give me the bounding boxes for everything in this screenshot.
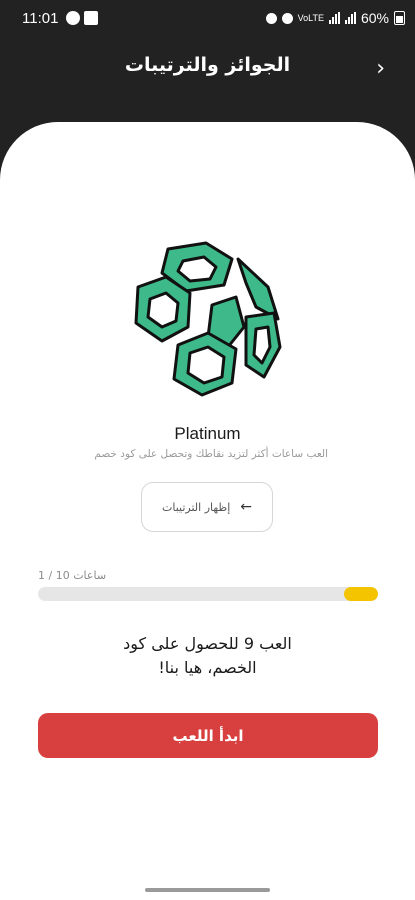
progress-label: 1 / 10 ساعات: [38, 569, 107, 582]
progress-bar: [38, 587, 378, 601]
tier-description: العب ساعات أكثر لتزيد نقاطك وتحصل على كو…: [94, 448, 328, 460]
header: الجوائز والترتيبات ›: [0, 40, 415, 100]
signal-icon: [328, 12, 340, 24]
status-time: 11:01: [22, 10, 59, 27]
arrow-left-icon: ←: [240, 499, 252, 515]
motivation-line-1: العب 9 للحصول على كود: [123, 634, 292, 653]
phone-icon: [66, 11, 80, 25]
progress-fill: [344, 587, 378, 601]
start-playing-button[interactable]: ابدأ اللعب: [38, 713, 378, 758]
platinum-badge-icon: [134, 241, 282, 397]
back-button[interactable]: ›: [376, 56, 385, 81]
signal-icon-2: [344, 12, 356, 24]
network-label: VoLTE: [297, 12, 324, 23]
gallery-icon: [84, 11, 98, 25]
hotspot-icon: [281, 12, 293, 24]
content-sheet: Platinum العب ساعات أكثر لتزيد نقاطك وتح…: [0, 122, 415, 900]
status-bar: 11:01 VoLTE 60%: [0, 0, 415, 40]
battery-icon: [394, 11, 405, 25]
notification-icons: [66, 11, 98, 25]
motivation-text: العب 9 للحصول على كود الخصم، هيا بنا!: [60, 632, 355, 680]
tier-name: Platinum: [174, 424, 241, 443]
home-indicator[interactable]: [145, 888, 270, 892]
page-title: الجوائز والترتيبات: [124, 54, 291, 76]
show-rankings-button[interactable]: إظهار الترتيبات ←: [141, 482, 273, 532]
alarm-icon: [265, 12, 277, 24]
chevron-right-icon: ›: [376, 56, 385, 81]
motivation-line-2: الخصم، هيا بنا!: [158, 658, 257, 677]
show-rankings-label: إظهار الترتيبات: [162, 500, 231, 514]
battery-percent: 60%: [360, 10, 389, 26]
status-right: VoLTE 60%: [265, 10, 405, 26]
